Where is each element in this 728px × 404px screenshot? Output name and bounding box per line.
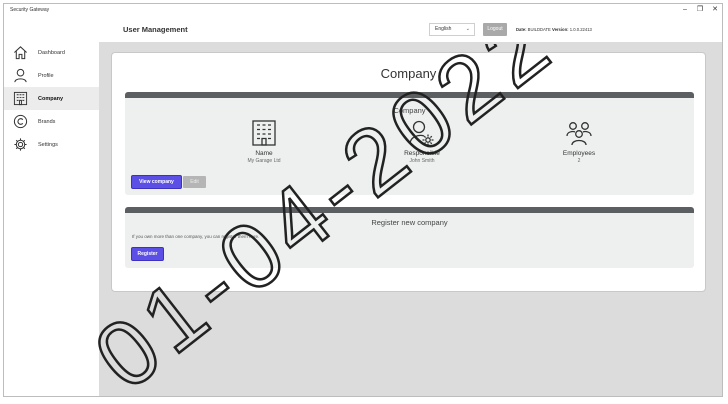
sidebar-item-company[interactable]: Company (4, 87, 99, 110)
stat-label: Employees (562, 150, 596, 157)
stat-value: 2 (577, 158, 581, 164)
main-content: Company Company Name My Garage Ltd Respo… (99, 42, 722, 396)
stat-label: Responsible (404, 150, 440, 157)
register-description: If you own more than one company, you ca… (132, 234, 260, 239)
date-value: BUILDDATE (527, 27, 551, 32)
users-group-icon (566, 122, 592, 146)
edit-button[interactable]: Edit (183, 176, 206, 188)
panel-header-bar (125, 92, 694, 98)
language-value: English (435, 26, 452, 32)
sidebar-item-label: Company (38, 95, 64, 102)
sidebar-item-settings[interactable]: Settings (4, 133, 99, 156)
panel-title: Register new company (371, 218, 448, 227)
date-label: Date: (516, 27, 527, 32)
building-icon (12, 91, 28, 107)
company-panel: Company Name My Garage Ltd Responsible J… (125, 92, 694, 195)
close-icon[interactable]: ✕ (709, 6, 721, 14)
stat-value: My Garage Ltd (247, 158, 281, 164)
version-label: Version: (552, 27, 569, 32)
gear-icon (12, 137, 28, 153)
logout-button[interactable]: Logout (483, 23, 507, 36)
sidebar: Dashboard Profile Company Brands Setting… (4, 18, 99, 396)
minimize-icon[interactable]: – (679, 6, 691, 14)
stat-label: Name (255, 150, 273, 157)
register-panel: Register new company If you own more tha… (125, 207, 694, 268)
register-button[interactable]: Register (132, 248, 163, 260)
company-card: Company Company Name My Garage Ltd Respo… (111, 52, 706, 292)
chevron-down-icon: ⌄ (465, 26, 470, 32)
language-select[interactable]: English ⌄ (429, 23, 475, 36)
building-icon (252, 120, 276, 146)
title-bar: Security Gateway – ❐ ✕ (4, 4, 722, 18)
panel-header-bar (125, 207, 694, 213)
sidebar-item-label: Profile (38, 72, 54, 79)
sidebar-item-label: Dashboard (38, 49, 65, 56)
sidebar-item-brands[interactable]: Brands (4, 110, 99, 133)
build-info: Date: BUILDDATE Version: 1.0.0.22413 (516, 27, 592, 32)
panel-title: Company (393, 106, 426, 115)
stat-employees: Employees 2 (539, 119, 619, 164)
sidebar-item-label: Settings (38, 141, 58, 148)
top-bar: User Management English ⌄ Logout Date: B… (99, 18, 722, 42)
stat-value: John Smith (409, 158, 435, 164)
version-value: 1.0.0.22413 (569, 27, 592, 32)
copyright-icon (12, 114, 28, 130)
stat-name: Name My Garage Ltd (224, 119, 304, 164)
app-window: Security Gateway – ❐ ✕ Dashboard Profile… (3, 3, 723, 397)
sidebar-item-label: Brands (38, 118, 56, 125)
app-title: Security Gateway (10, 7, 50, 13)
home-icon (12, 45, 28, 61)
maximize-icon[interactable]: ❐ (694, 6, 706, 14)
sidebar-item-dashboard[interactable]: Dashboard (4, 41, 99, 64)
user-icon (12, 68, 28, 84)
user-gear-icon (409, 120, 434, 146)
sidebar-item-profile[interactable]: Profile (4, 64, 99, 87)
stat-responsible: Responsible John Smith (382, 119, 462, 164)
page-title: User Management (123, 25, 188, 34)
view-company-button[interactable]: View company (132, 176, 181, 188)
card-title: Company (380, 66, 437, 81)
